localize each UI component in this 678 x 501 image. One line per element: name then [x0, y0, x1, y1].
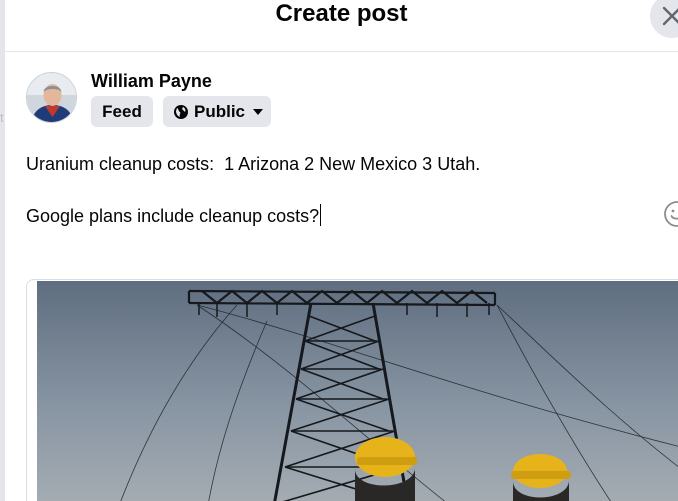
text-cursor [320, 204, 322, 226]
background-page-strip: t [0, 0, 5, 501]
globe-icon [174, 104, 188, 119]
attached-photo [37, 281, 678, 501]
post-text-line-2[interactable]: Google plans include cleanup costs? [26, 204, 322, 228]
attached-media-card[interactable] [26, 279, 678, 501]
privacy-selector-button[interactable]: Public [163, 96, 271, 127]
post-text-line-1[interactable]: Uranium cleanup costs: 1 Arizona 2 New M… [26, 152, 480, 176]
close-button[interactable] [650, 0, 678, 38]
dialog-header: Create post [5, 0, 678, 52]
feed-label: Feed [102, 101, 142, 121]
caret-down-icon [253, 108, 264, 115]
background-text: t [0, 110, 4, 125]
dialog-title: Create post [275, 0, 408, 27]
close-icon [662, 6, 678, 26]
emoji-icon [664, 201, 678, 227]
privacy-label: Public [194, 101, 246, 121]
author-name[interactable]: William Payne [91, 69, 212, 93]
emoji-button[interactable] [663, 200, 678, 228]
post-text-line-2-content: Google plans include cleanup costs? [26, 206, 320, 226]
feed-selector-button[interactable]: Feed [91, 96, 153, 127]
avatar[interactable] [26, 72, 77, 123]
